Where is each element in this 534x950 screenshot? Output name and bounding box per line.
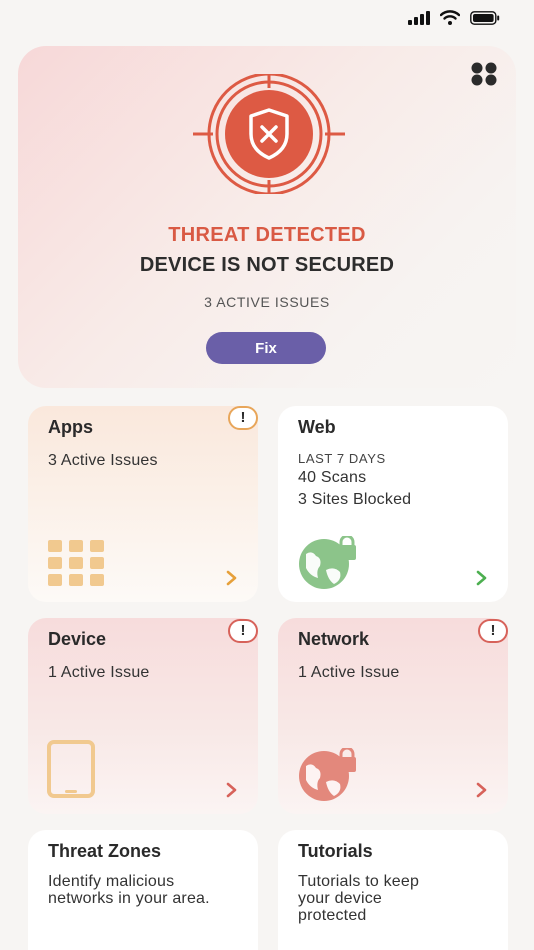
- tile-title: Apps: [48, 417, 93, 437]
- chevron-right-icon: [226, 570, 237, 586]
- globe-lock-icon: [299, 536, 356, 589]
- status-bar: [0, 0, 534, 38]
- period-label: LAST 7 DAYS: [298, 451, 386, 466]
- tile-title: Tutorials: [298, 841, 373, 861]
- apps-tile[interactable]: Apps 3 Active Issues: [28, 406, 258, 602]
- web-tile[interactable]: Web LAST 7 DAYS 40 Scans 3 Sites Blocked: [278, 406, 508, 602]
- tile-description-line: protected: [298, 907, 367, 924]
- fix-button[interactable]: Fix: [206, 332, 326, 364]
- chevron-right-icon: [476, 570, 487, 586]
- tile-title: Threat Zones: [48, 841, 162, 861]
- tile-issue-count: 1 Active Issue: [298, 664, 400, 681]
- alert-badge: !: [228, 619, 258, 643]
- device-status-label: DEVICE IS NOT SECURED: [139, 254, 395, 276]
- globe-lock-icon: [299, 748, 356, 801]
- sites-blocked-count: 3 Sites Blocked: [298, 491, 412, 508]
- threat-zones-tile[interactable]: Threat Zones Identify malicious networks…: [28, 830, 258, 950]
- status-icons: [408, 10, 500, 25]
- battery-icon: [470, 10, 500, 25]
- network-tile[interactable]: Network 1 Active Issue: [278, 618, 508, 814]
- device-tile[interactable]: Device 1 Active Issue: [28, 618, 258, 814]
- active-issues-count: 3 ACTIVE ISSUES: [204, 294, 330, 310]
- scans-count: 40 Scans: [298, 469, 367, 486]
- tile-description-line: networks in your area.: [48, 890, 210, 907]
- threat-detected-label: THREAT DETECTED: [168, 224, 366, 246]
- tile-issue-count: 1 Active Issue: [48, 664, 150, 681]
- wifi-icon: [440, 10, 460, 25]
- chevron-right-icon: [476, 782, 487, 798]
- tile-title: Network: [298, 629, 370, 649]
- shield-target-icon: [193, 74, 345, 194]
- cellular-signal-icon: [408, 10, 430, 25]
- chevron-right-icon: [226, 782, 237, 798]
- tablet-icon: [47, 740, 95, 798]
- tile-title: Device: [48, 629, 107, 649]
- tile-description-line: your device: [298, 890, 383, 907]
- alert-badge: !: [228, 406, 258, 430]
- alert-badge: !: [478, 619, 508, 643]
- tile-description-line: Tutorials to keep: [298, 873, 420, 890]
- tile-description-line: Identify malicious: [48, 873, 175, 890]
- security-status-card: THREAT DETECTED DEVICE IS NOT SECURED 3 …: [18, 46, 516, 388]
- tile-title: Web: [298, 417, 336, 437]
- tile-issue-count: 3 Active Issues: [48, 452, 158, 469]
- apps-grid-icon: [48, 540, 104, 586]
- tutorials-tile[interactable]: Tutorials Tutorials to keep your device …: [278, 830, 508, 950]
- grid-dots-icon[interactable]: [470, 62, 498, 86]
